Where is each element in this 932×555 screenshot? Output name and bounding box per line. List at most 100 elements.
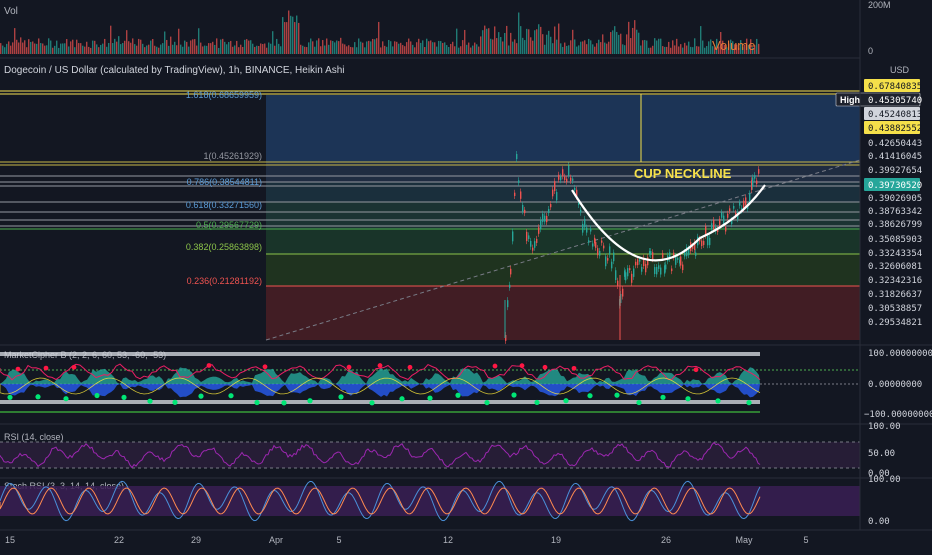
volume-bar xyxy=(202,46,204,54)
volume-bar xyxy=(156,46,158,54)
rsi-scale-mid: 50.00 xyxy=(868,449,895,459)
volume-bar xyxy=(594,46,596,54)
volume-bar xyxy=(692,47,694,54)
volume-bar xyxy=(548,30,550,54)
marketcipher-waves xyxy=(0,363,761,398)
candle xyxy=(641,266,643,272)
volume-bar xyxy=(256,45,258,54)
mc-buy-dot xyxy=(307,398,313,404)
volume-bar xyxy=(530,37,532,54)
volume-bar xyxy=(650,47,652,54)
volume-bar xyxy=(68,46,70,54)
tradingview-chart[interactable]: Vol Volume 200M 0 Dogecoin / US Dollar (… xyxy=(0,0,932,550)
mc-sell-dot xyxy=(693,367,699,373)
time-tick: 5 xyxy=(803,535,808,545)
mc-buy-dot xyxy=(511,392,517,398)
volume-bar xyxy=(170,36,172,54)
volume-bar xyxy=(208,43,210,54)
volume-bar xyxy=(348,45,350,54)
volume-bar xyxy=(172,44,174,54)
volume-bar xyxy=(74,47,76,54)
candle xyxy=(660,267,662,275)
chart-window: Vol Volume 200M 0 Dogecoin / US Dollar (… xyxy=(0,0,932,550)
candle xyxy=(558,174,560,180)
price-badge-light[interactable]: 0.45240813 xyxy=(864,107,922,120)
volume-bar xyxy=(624,45,626,54)
mc-buy-dot xyxy=(121,394,127,400)
volume-bar xyxy=(532,40,534,54)
volume-bar xyxy=(694,38,696,54)
time-axis[interactable]: 15 22 29 Apr 5 12 19 26 May 5 xyxy=(5,535,809,545)
price-badge-yellow[interactable]: 0.43882552 xyxy=(864,121,922,134)
volume-bar xyxy=(190,40,192,54)
price-tick: 0.29534821 xyxy=(868,318,922,328)
volume-bar xyxy=(676,38,678,54)
volume-bar xyxy=(480,36,482,54)
stoch-rsi-pane[interactable]: Stoch RSI (3, 3, 14, 14, close) 100.00 0… xyxy=(0,475,901,527)
fib-label-0786: 0.786(0.38544811) xyxy=(187,177,262,187)
volume-bar xyxy=(382,41,384,54)
volume-bar xyxy=(362,42,364,54)
volume-bar xyxy=(100,44,102,54)
mc-buy-dot xyxy=(715,398,721,404)
volume-bar xyxy=(174,41,176,54)
mc-buy-dot xyxy=(198,393,204,399)
rsi-pane[interactable]: RSI (14, close) 100.00 50.00 0.00 xyxy=(0,422,901,479)
price-badge-high[interactable]: High 0.45305740 xyxy=(835,92,922,107)
mc-sell-dot xyxy=(43,365,49,371)
candle xyxy=(542,213,544,222)
volume-bar xyxy=(254,46,256,54)
volume-bar xyxy=(506,25,508,54)
volume-bar xyxy=(370,41,372,54)
mc-buy-dot xyxy=(369,400,375,406)
volume-bar xyxy=(6,43,8,54)
volume-bar xyxy=(96,44,98,54)
volume-bar xyxy=(560,43,562,54)
volume-bar xyxy=(136,45,138,54)
candle xyxy=(684,251,686,257)
volume-bar xyxy=(294,22,296,54)
volume-bar xyxy=(198,28,200,54)
volume-bar xyxy=(668,41,670,54)
volume-bar xyxy=(680,44,682,54)
volume-bar xyxy=(636,29,638,54)
candle xyxy=(603,245,605,249)
mc-buy-dot xyxy=(427,395,433,401)
volume-bar xyxy=(42,43,44,54)
volume-bar xyxy=(214,44,216,54)
stoch-scale-top: 100.00 xyxy=(868,475,901,485)
volume-bar xyxy=(758,43,760,54)
candle xyxy=(512,231,514,242)
candle xyxy=(570,177,572,181)
candle xyxy=(752,177,754,187)
candle xyxy=(510,268,512,275)
volume-bar xyxy=(286,22,288,54)
volume-bar xyxy=(638,32,640,54)
price-badge-yellow[interactable]: 0.67840835 xyxy=(864,79,922,92)
volume-bar xyxy=(592,44,594,54)
rsi-title: RSI (14, close) xyxy=(4,432,64,442)
price-tick: 0.33243354 xyxy=(868,249,922,259)
price-pane[interactable]: Dogecoin / US Dollar (calculated by Trad… xyxy=(0,65,922,344)
volume-bar xyxy=(106,46,108,54)
candle xyxy=(536,238,538,243)
candle xyxy=(560,176,562,181)
volume-bar xyxy=(98,47,100,54)
volume-bar xyxy=(654,38,656,54)
volume-bar xyxy=(526,28,528,54)
volume-bar xyxy=(640,45,642,54)
volume-bar xyxy=(628,21,630,54)
volume-bar xyxy=(330,40,332,54)
volume-bar xyxy=(342,43,344,54)
price-axis[interactable]: 0.42650443 0.41416045 0.39927654 0.39026… xyxy=(868,139,922,328)
volume-bar xyxy=(376,38,378,54)
volume-bar xyxy=(352,47,354,54)
volume-bar xyxy=(328,44,330,54)
marketcipher-pane[interactable]: MarketCipher B (2, 2, 6, 60, 53, -60, -5… xyxy=(0,349,932,420)
mc-buy-dot xyxy=(636,399,642,406)
fib-label-0382: 0.382(0.25863898) xyxy=(186,242,262,252)
candle xyxy=(526,231,528,242)
volume-bar xyxy=(672,40,674,54)
price-badge-current[interactable]: 0.39730520 xyxy=(864,178,922,191)
candle xyxy=(518,180,520,183)
